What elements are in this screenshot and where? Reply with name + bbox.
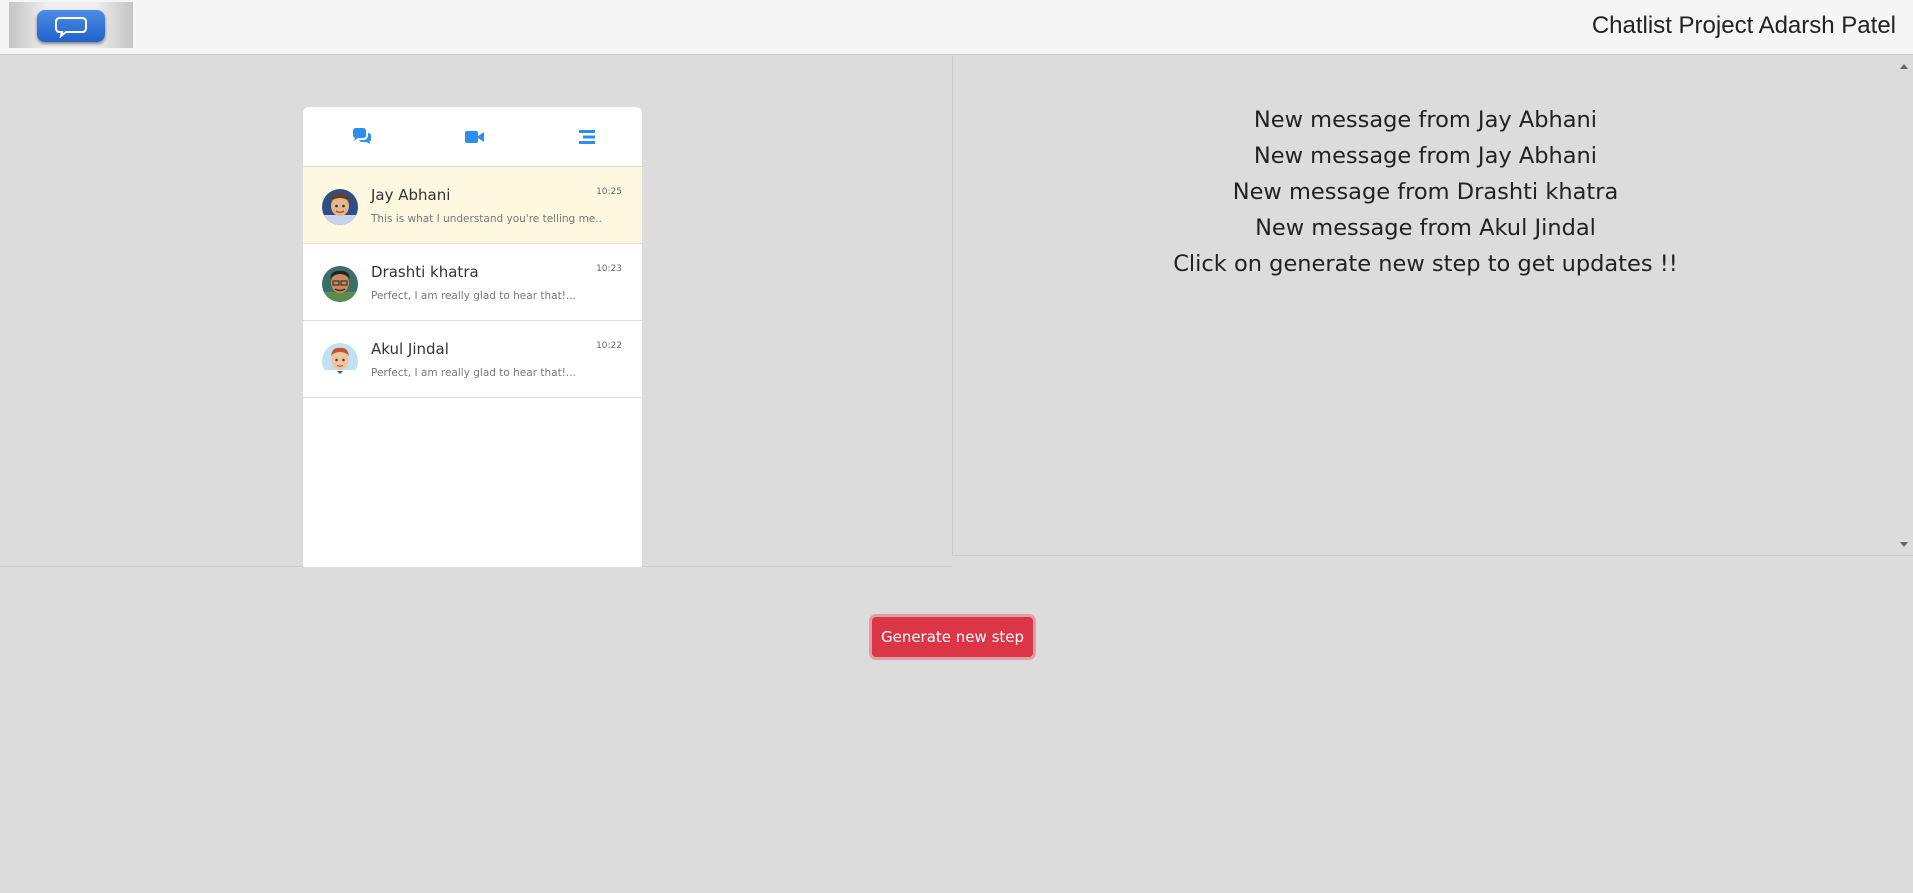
chat-name: Jay Abhani	[371, 186, 451, 204]
notification-message: New message from Drashti khatra	[1232, 179, 1619, 205]
chat-name: Akul Jindal	[371, 340, 449, 358]
avatar	[322, 189, 358, 225]
chat-preview: Perfect, I am really glad to hear that!.…	[371, 290, 576, 302]
chat-name: Drashti khatra	[371, 263, 479, 281]
notifications-panel: New message from Jay Abhani New message …	[952, 56, 1913, 556]
scroll-down-icon[interactable]	[1900, 542, 1908, 547]
chat-item-jay-abhani[interactable]: Jay Abhani 10:25 This is what I understa…	[303, 167, 642, 244]
avatar	[322, 343, 358, 379]
chat-list-card: Jay Abhani 10:25 This is what I understa…	[303, 107, 642, 567]
message-list: New message from Jay Abhani New message …	[953, 102, 1898, 282]
chat-item-akul-jindal[interactable]: Akul Jindal 10:22 Perfect, I am really g…	[303, 321, 642, 398]
chat-tabs	[303, 107, 642, 167]
app-header: Chatlist Project Adarsh Patel	[0, 0, 1913, 55]
chat-time: 10:23	[596, 264, 622, 274]
instruction-message: Click on generate new step to get update…	[1173, 251, 1678, 277]
chat-time: 10:25	[596, 187, 622, 197]
generate-new-step-button[interactable]: Generate new step	[872, 617, 1033, 657]
notification-message: New message from Jay Abhani	[1253, 143, 1598, 169]
notification-message: New message from Akul Jindal	[1255, 215, 1596, 241]
app-logo[interactable]	[9, 2, 133, 48]
chat-item-drashti-khatra[interactable]: Drashti khatra 10:23 Perfect, I am reall…	[303, 244, 642, 321]
chat-preview: This is what I understand you're telling…	[371, 213, 601, 225]
chat-preview: Perfect, I am really glad to hear that!.…	[371, 367, 576, 379]
avatar	[322, 266, 358, 302]
menu-icon[interactable]	[577, 127, 599, 147]
video-icon[interactable]	[464, 127, 486, 147]
notification-message: New message from Jay Abhani	[1253, 107, 1598, 133]
chat-time: 10:22	[596, 341, 622, 351]
comments-icon[interactable]	[351, 127, 373, 147]
app-title: Chatlist Project Adarsh Patel	[1591, 12, 1896, 39]
chat-bubble-icon	[37, 10, 105, 42]
scroll-up-icon[interactable]	[1900, 64, 1908, 69]
scrollbar[interactable]	[1896, 56, 1913, 555]
